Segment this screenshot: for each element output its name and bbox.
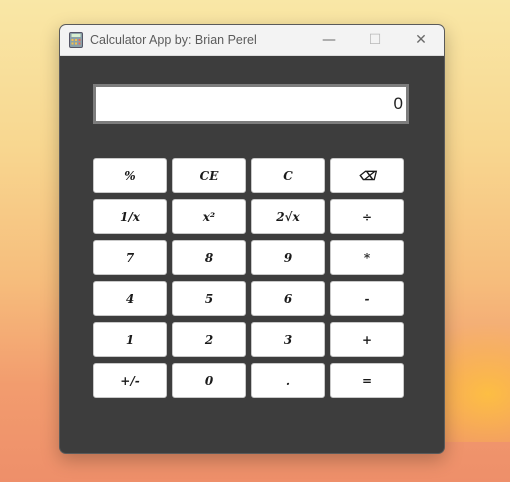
equals-key[interactable]: =	[330, 363, 404, 398]
digit-9-key[interactable]: 9	[251, 240, 325, 275]
subtract-key[interactable]: -	[330, 281, 404, 316]
window-title: Calculator App by: Brian Perel	[90, 33, 257, 47]
negate-key[interactable]: +/-	[93, 363, 167, 398]
clear-key[interactable]: C	[251, 158, 325, 193]
result-display[interactable]: 0	[93, 84, 409, 124]
square-key[interactable]: x²	[172, 199, 246, 234]
digit-8-key[interactable]: 8	[172, 240, 246, 275]
digit-5-key[interactable]: 5	[172, 281, 246, 316]
digit-3-key[interactable]: 3	[251, 322, 325, 357]
display-value: 0	[393, 94, 403, 113]
digit-1-key[interactable]: 1	[93, 322, 167, 357]
calculator-icon	[69, 32, 83, 48]
reciprocal-key[interactable]: 1/x	[93, 199, 167, 234]
multiply-key[interactable]: *	[330, 240, 404, 275]
digit-7-key[interactable]: 7	[93, 240, 167, 275]
maximize-button[interactable]: ☐	[352, 25, 398, 55]
digit-2-key[interactable]: 2	[172, 322, 246, 357]
digit-6-key[interactable]: 6	[251, 281, 325, 316]
decimal-key[interactable]: .	[251, 363, 325, 398]
add-key[interactable]: +	[330, 322, 404, 357]
digit-4-key[interactable]: 4	[93, 281, 167, 316]
minimize-button[interactable]: —	[306, 25, 352, 55]
square-root-key[interactable]: 2√x	[251, 199, 325, 234]
digit-0-key[interactable]: 0	[172, 363, 246, 398]
close-button[interactable]: ✕	[398, 25, 444, 55]
percent-key[interactable]: %	[93, 158, 167, 193]
title-bar[interactable]: Calculator App by: Brian Perel — ☐ ✕	[60, 25, 444, 56]
keypad: % CE C ⌫ 1/x x² 2√x ÷ 7 8 9 * 4 5 6 - 1 …	[93, 158, 405, 398]
divide-key[interactable]: ÷	[330, 199, 404, 234]
backspace-key[interactable]: ⌫	[330, 158, 404, 193]
calculator-window: Calculator App by: Brian Perel — ☐ ✕ 0 %…	[59, 24, 445, 454]
clear-entry-key[interactable]: CE	[172, 158, 246, 193]
